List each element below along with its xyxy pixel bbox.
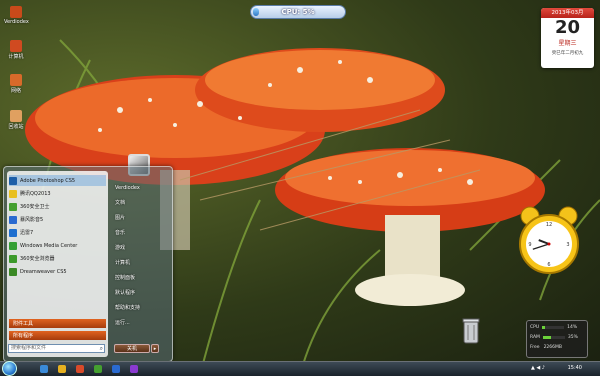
place-item[interactable]: 图片 xyxy=(112,211,168,226)
place-item[interactable]: 音乐 xyxy=(112,226,168,241)
place-item[interactable]: 文档 xyxy=(112,196,168,211)
ie-icon[interactable] xyxy=(40,365,48,373)
program-item[interactable]: 360安全浏览器 xyxy=(9,253,106,264)
app-task-icon[interactable] xyxy=(130,365,138,373)
program-item[interactable]: 迅雷7 xyxy=(9,227,106,238)
ram-label: RAM xyxy=(530,335,540,340)
qq-icon xyxy=(9,189,17,198)
desktop-icon-label: 计算机 xyxy=(8,54,24,60)
program-label: 迅雷7 xyxy=(20,230,34,236)
media-center-icon xyxy=(9,241,17,250)
dreamweaver-icon xyxy=(9,267,17,276)
ram-row: RAM 35% xyxy=(530,334,584,341)
clock-gadget[interactable]: 12 3 6 9 xyxy=(516,206,582,276)
start-menu-places: Verdiodex 文档 图片 音乐 游戏 计算机 控制面板 默认程序 帮助和支… xyxy=(112,181,168,331)
program-label: Dreamweaver CS5 xyxy=(20,268,67,275)
place-item[interactable]: 控制面板 xyxy=(112,271,168,286)
program-label: 360安全浏览器 xyxy=(20,256,55,262)
desktop-icon-network[interactable]: 网络 xyxy=(4,74,28,94)
desktop-icon-label: Verdiodex xyxy=(4,19,29,25)
recycle-bin-gadget-icon[interactable] xyxy=(461,316,481,346)
photoshop-icon xyxy=(9,176,17,185)
all-programs-button[interactable]: 所有程序 xyxy=(9,331,106,340)
program-item[interactable]: 360安全卫士 xyxy=(9,201,106,212)
folder-icon xyxy=(10,6,22,18)
svg-text:6: 6 xyxy=(547,262,550,268)
cpu-label: CPU xyxy=(530,325,540,330)
desktop-icon-recycle[interactable]: 回收站 xyxy=(4,110,28,130)
program-label: 360安全卫士 xyxy=(20,204,50,210)
security-app-icon[interactable] xyxy=(94,365,102,373)
program-item[interactable]: Windows Media Center xyxy=(9,240,106,251)
browser-task-icon[interactable] xyxy=(112,365,120,373)
start-menu: Adobe Photoshop CS5 腾讯QQ2013 360安全卫士 暴风影… xyxy=(3,166,173,362)
place-item[interactable]: 游戏 xyxy=(112,241,168,256)
calendar-weekday: 星期三 xyxy=(558,40,577,47)
cpu-gadget: CPU: 5% xyxy=(250,5,346,19)
calendar-day: 20 xyxy=(554,17,581,38)
start-menu-programs-pane: Adobe Photoshop CS5 腾讯QQ2013 360安全卫士 暴风影… xyxy=(7,171,108,357)
system-monitor-gadget[interactable]: CPU 14% RAM 35% Free 2266MB xyxy=(526,320,588,358)
program-item[interactable]: 腾讯QQ2013 xyxy=(9,188,106,199)
media-player-icon xyxy=(9,215,17,224)
media-icon[interactable] xyxy=(76,365,84,373)
free-row: Free 2266MB xyxy=(530,344,584,351)
program-item[interactable]: Dreamweaver CS5 xyxy=(9,266,106,277)
program-label: Adobe Photoshop CS5 xyxy=(20,177,76,184)
program-label: 腾讯QQ2013 xyxy=(20,191,51,197)
desktop-icon-label: 网络 xyxy=(10,88,21,94)
desktop-icon-user[interactable]: Verdiodex xyxy=(4,6,29,25)
search-placeholder: 搜索程序和文件 xyxy=(11,345,47,351)
tray-icons[interactable]: ▲ ◀ ♪ xyxy=(531,365,545,371)
free-label: Free xyxy=(530,345,540,350)
shutdown-options-arrow[interactable]: ▸ xyxy=(151,344,159,353)
calendar-gadget[interactable]: 2013年03月 20 星期三 癸巳年二月初九 xyxy=(541,8,594,68)
program-item[interactable]: Adobe Photoshop CS5 xyxy=(9,175,106,186)
download-icon xyxy=(9,228,17,237)
desktop-icon-computer[interactable]: 计算机 xyxy=(4,40,28,60)
free-value: 2266MB xyxy=(543,345,562,350)
start-search-input[interactable]: 搜索程序和文件 ⌕ xyxy=(8,344,105,353)
program-label: Windows Media Center xyxy=(20,242,78,249)
place-item[interactable]: 帮助和支持 xyxy=(112,301,168,316)
svg-text:9: 9 xyxy=(528,242,531,248)
ram-value: 35% xyxy=(567,335,578,340)
cpu-gadget-text: CPU: 5% xyxy=(281,8,315,16)
program-label: 暴风影音5 xyxy=(20,217,44,223)
recycle-bin-icon xyxy=(10,110,22,122)
place-item[interactable]: 默认程序 xyxy=(112,286,168,301)
place-item[interactable]: 计算机 xyxy=(112,256,168,271)
desktop-icon-label: 回收站 xyxy=(8,124,24,130)
start-button[interactable] xyxy=(2,361,17,376)
security-icon xyxy=(9,202,17,211)
cpu-row: CPU 14% xyxy=(530,324,584,331)
cpu-meter xyxy=(542,326,565,329)
svg-text:12: 12 xyxy=(546,222,552,228)
accessories-item[interactable]: 附件工具 xyxy=(9,319,106,328)
taskbar: ▲ ◀ ♪ 15:40 xyxy=(0,361,600,376)
ram-meter xyxy=(542,336,565,339)
calendar-lunar-date: 癸巳年二月初九 xyxy=(551,51,584,56)
shutdown-button[interactable]: 关机 xyxy=(114,344,150,353)
program-item[interactable]: 暴风影音5 xyxy=(9,214,106,225)
browser-icon xyxy=(9,254,17,263)
cpu-value: 14% xyxy=(567,325,578,330)
network-icon xyxy=(10,74,22,86)
explorer-icon[interactable] xyxy=(58,365,66,373)
place-item[interactable]: 运行... xyxy=(112,316,168,331)
search-icon: ⌕ xyxy=(99,345,103,352)
taskbar-clock[interactable]: 15:40 xyxy=(568,365,582,371)
computer-icon xyxy=(10,40,22,52)
svg-text:3: 3 xyxy=(566,242,569,248)
place-item[interactable]: Verdiodex xyxy=(112,181,168,196)
